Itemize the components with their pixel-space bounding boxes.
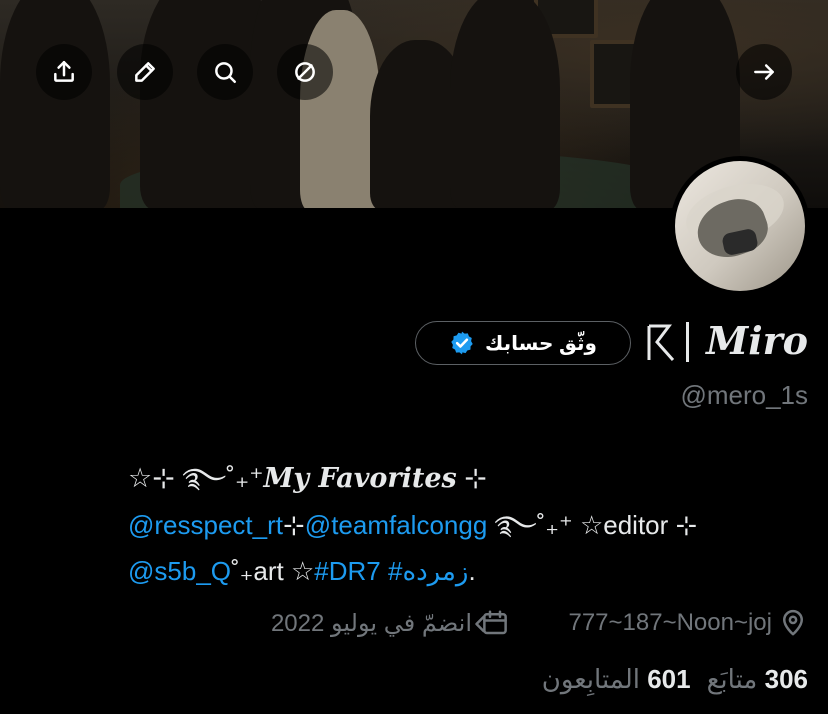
verify-account-label: وثّق حسابك <box>485 332 597 355</box>
following-stat[interactable]: 306 متابَع <box>707 664 808 695</box>
bio-symbols: ⊹ <box>456 463 487 493</box>
location-pin-icon <box>783 609 803 636</box>
share-button[interactable] <box>36 44 92 100</box>
username-handle: @mero_1s <box>680 380 808 410</box>
arrow-right-icon <box>754 64 774 80</box>
no-symbol-icon <box>295 62 315 82</box>
bio-symbols: ⊹ <box>283 510 305 540</box>
bio-text: ࿐˚₊⁺ ☆editor ⊹ <box>487 510 698 540</box>
back-button[interactable] <box>736 44 792 100</box>
location: 777~187~Noon~joj <box>568 606 808 640</box>
display-name: Miro <box>706 318 808 363</box>
search-button[interactable] <box>197 44 253 100</box>
bio-line-3: @s5b_Q˚₊art ☆#DR7 #زمرده. <box>128 548 808 594</box>
bio-text: ˚₊art ☆ <box>231 556 315 586</box>
join-date-text: انضمّ في يوليو 2022 <box>270 609 472 637</box>
hashtag-link[interactable]: #DR7 <box>314 556 380 586</box>
name-logo-icon <box>647 324 675 361</box>
bio-line-2: @resspect_rt⊹@teamfalcongg ࿐˚₊⁺ ☆editor … <box>128 502 808 548</box>
mention-link[interactable]: @teamfalcongg <box>305 510 488 540</box>
banner-figure <box>300 10 380 208</box>
join-date: انضمّ في يوليو 2022 <box>271 606 510 640</box>
calendar-icon <box>483 610 507 635</box>
bio: ☆⊹ ࿐˚₊⁺My Favorites ⊹ @resspect_rt⊹@team… <box>128 455 808 594</box>
hashtag-link[interactable]: #زمرده <box>388 556 469 586</box>
following-count: 306 <box>764 664 808 694</box>
search-icon <box>215 62 236 83</box>
edit-button[interactable] <box>117 44 173 100</box>
followers-label: المتابِعون <box>541 664 640 694</box>
banner-figure <box>0 0 110 208</box>
following-label: متابَع <box>706 664 758 694</box>
location-text: 777~187~Noon~joj <box>568 609 772 636</box>
mention-link[interactable]: @resspect_rt <box>128 510 283 540</box>
verify-account-button[interactable]: وثّق حسابك <box>415 321 631 365</box>
avatar[interactable] <box>670 156 810 296</box>
bio-title: My Favorites <box>263 463 457 494</box>
bio-symbols: ☆⊹ ࿐˚₊⁺ <box>128 463 264 493</box>
pencil-icon <box>135 62 155 82</box>
avatar-image <box>675 161 805 291</box>
verified-badge-icon <box>451 331 473 355</box>
bio-line-1: ☆⊹ ࿐˚₊⁺My Favorites ⊹ <box>128 455 808 502</box>
mention-link[interactable]: @s5b_Q <box>128 556 231 586</box>
banner-figure <box>450 0 560 208</box>
bio-text: . <box>468 556 476 586</box>
followers-count: 601 <box>647 664 691 694</box>
name-separator <box>686 322 689 362</box>
upload-icon <box>54 61 74 82</box>
block-button[interactable] <box>277 44 333 100</box>
followers-stat[interactable]: 601 المتابِعون <box>542 664 691 695</box>
follow-stats: 306 متابَع 601 المتابِعون <box>542 664 808 695</box>
